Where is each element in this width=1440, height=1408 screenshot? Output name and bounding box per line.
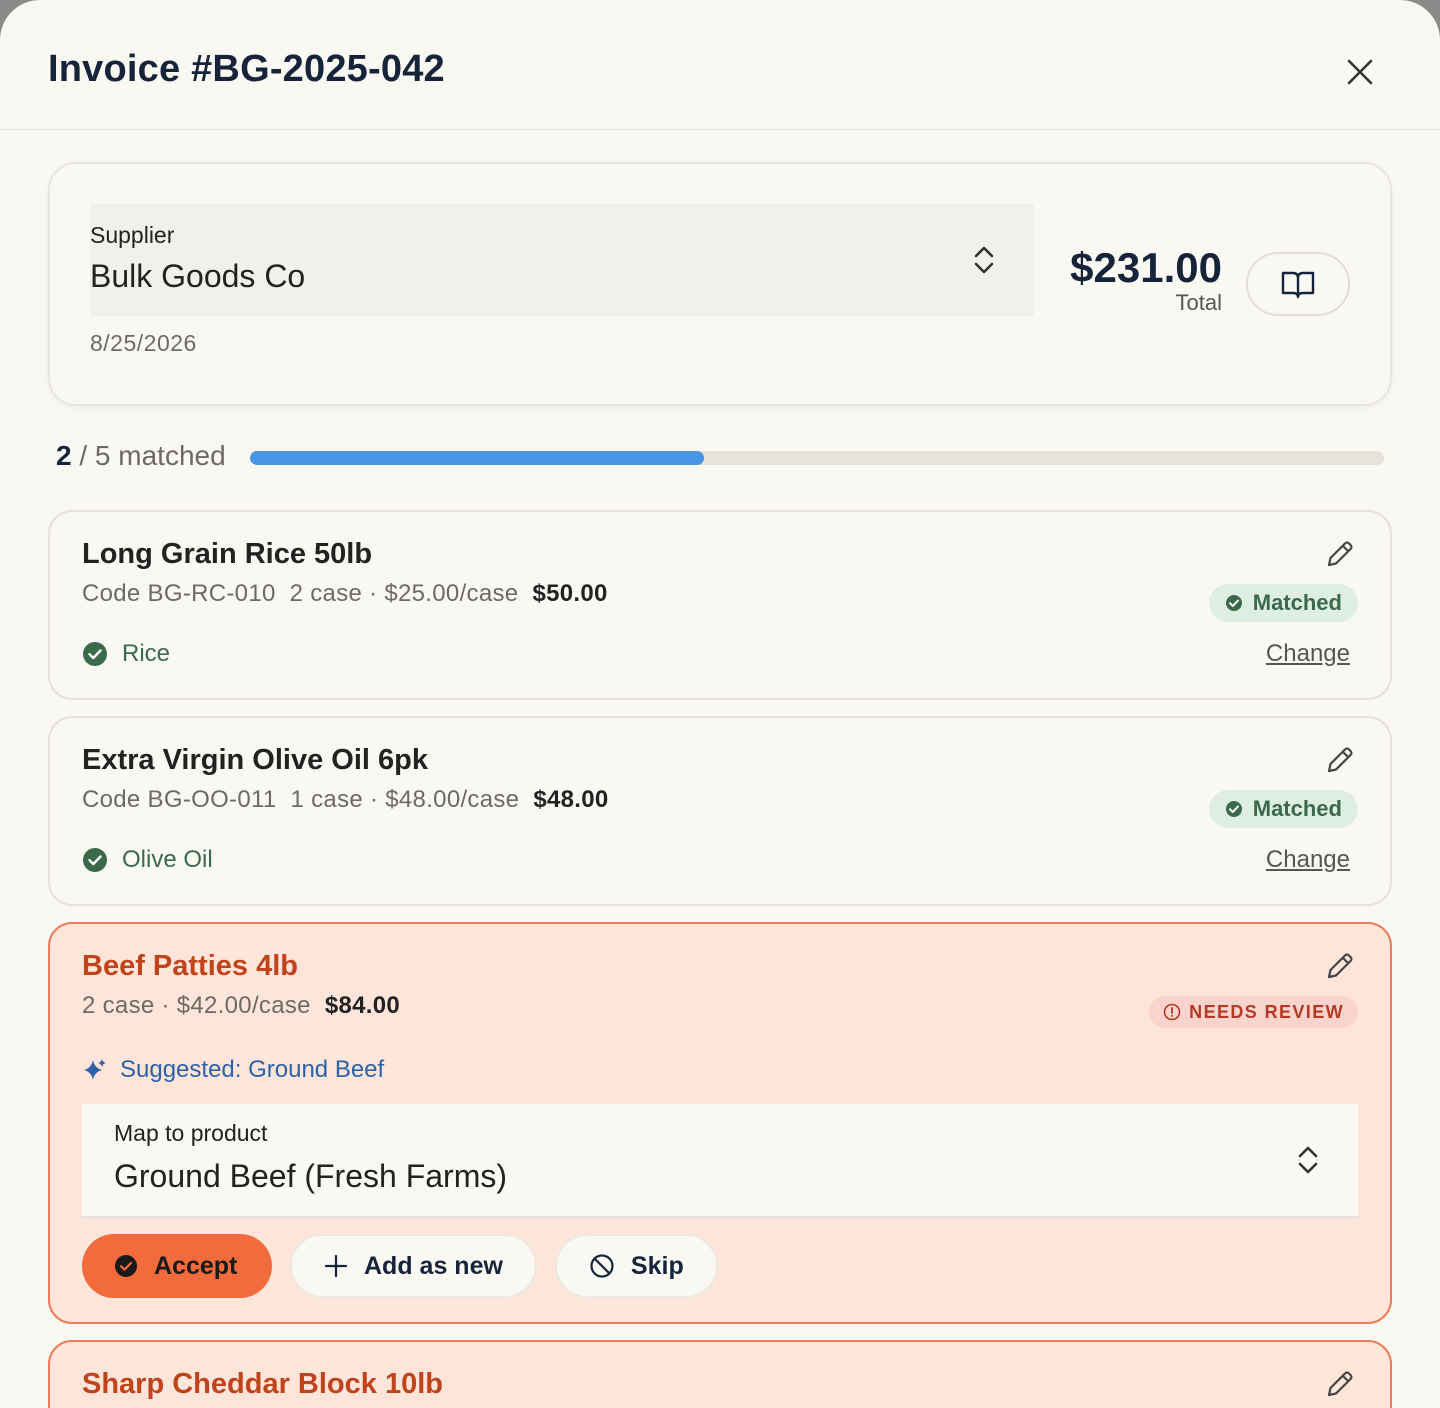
supplier-card: Supplier Bulk Goods Co 8/25/2026 $231.00…	[48, 162, 1392, 406]
item-qty: 2 case · $25.00/case	[289, 580, 519, 607]
status-badge: NEEDS REVIEW	[1149, 996, 1358, 1028]
pencil-icon	[1327, 1371, 1353, 1397]
add-as-new-label: Add as new	[364, 1251, 503, 1280]
map-value: Ground Beef (Fresh Farms)	[114, 1158, 507, 1194]
supplier-value: Bulk Goods Co	[90, 258, 306, 294]
check-circle-icon	[1225, 595, 1242, 611]
item-code: Code BG-OO-011	[82, 786, 277, 813]
progress-fill	[250, 451, 704, 465]
progress-bar	[250, 451, 1384, 465]
check-circle-icon	[83, 642, 107, 666]
alert-circle-icon	[1163, 1003, 1181, 1021]
match-progress: 2 / 5 matched	[56, 438, 1386, 478]
supplier-select[interactable]: Supplier Bulk Goods Co	[90, 204, 1034, 316]
item-name: Extra Virgin Olive Oil 6pk	[82, 744, 428, 776]
item-code: Code BG-RC-010	[82, 580, 276, 607]
add-as-new-button[interactable]: Add as new	[290, 1234, 537, 1298]
status-badge: Matched	[1208, 584, 1358, 622]
item-qty: 2 case · $42.00/case	[82, 992, 311, 1019]
item-amount: $50.00	[532, 580, 608, 607]
matched-count: 2	[56, 440, 72, 471]
plus-icon	[324, 1254, 348, 1278]
edit-button[interactable]	[1322, 742, 1358, 778]
check-circle-icon	[1225, 801, 1242, 817]
status-label: NEEDS REVIEW	[1189, 1001, 1344, 1022]
line-item: Long Grain Rice 50lb Code BG-RC-010 2 cas…	[48, 510, 1392, 700]
edit-button[interactable]	[1322, 1366, 1358, 1402]
chevron-up-down-icon	[1298, 1146, 1318, 1174]
modal-header: Invoice #BG-2025-042	[0, 0, 1440, 130]
total-label: Total	[1175, 290, 1222, 315]
invoice-date: 8/25/2026	[90, 330, 197, 356]
edit-button[interactable]	[1322, 948, 1358, 984]
item-qty: 1 case · $48.00/case	[290, 786, 520, 813]
item-meta: 2 case · $42.00/case $84.00	[82, 992, 400, 1020]
status-label: Matched	[1252, 590, 1342, 615]
line-item: Extra Virgin Olive Oil 6pk Code BG-OO-01…	[48, 716, 1392, 906]
product-name: Olive Oil	[122, 846, 213, 873]
suggestion: Suggested: Ground Beef	[82, 1056, 384, 1084]
matched-product: Rice	[82, 640, 170, 668]
suggestion-text: Suggested: Ground Beef	[120, 1056, 385, 1083]
change-link[interactable]: Change	[1266, 640, 1350, 668]
item-name: Long Grain Rice 50lb	[82, 538, 373, 570]
close-icon	[1347, 59, 1373, 85]
item-name: Sharp Cheddar Block 10lb	[82, 1368, 443, 1400]
accept-label: Accept	[154, 1251, 238, 1280]
progress-total: / 5 matched	[71, 440, 226, 471]
edit-button[interactable]	[1322, 536, 1358, 572]
skip-label: Skip	[630, 1251, 684, 1280]
item-meta: Code BG-RC-010 2 case · $25.00/case $50.00	[82, 580, 608, 608]
item-name: Beef Patties 4lb	[82, 950, 298, 982]
ban-icon	[590, 1254, 614, 1278]
matched-product: Olive Oil	[82, 846, 213, 874]
close-button[interactable]	[1336, 48, 1384, 96]
sparkle-icon	[84, 1059, 106, 1080]
book-icon	[1281, 271, 1315, 299]
map-product-select[interactable]: Map to product Ground Beef (Fresh Farms)	[82, 1104, 1358, 1218]
pencil-icon	[1327, 953, 1353, 979]
product-name: Rice	[122, 640, 171, 667]
item-amount: $84.00	[324, 992, 401, 1019]
skip-button[interactable]: Skip	[554, 1234, 718, 1298]
chevron-up-down-icon	[974, 246, 994, 274]
invoice-modal: Invoice #BG-2025-042 Supplier Bulk Goods…	[0, 0, 1440, 1408]
catalog-button[interactable]	[1246, 252, 1350, 316]
status-badge: Matched	[1208, 790, 1358, 828]
total-amount: $231.00	[1070, 244, 1222, 291]
check-circle-icon	[83, 848, 107, 872]
line-item: Beef Patties 4lb 2 case · $42.00/case $84…	[48, 922, 1392, 1324]
item-meta: Code BG-OO-011 1 case · $48.00/case $48.00	[82, 786, 609, 814]
review-actions: Accept Add as new Skip	[82, 1234, 718, 1298]
pencil-icon	[1327, 747, 1353, 773]
line-item: Sharp Cheddar Block 10lb	[48, 1340, 1392, 1408]
item-amount: $48.00	[533, 786, 609, 813]
accept-button[interactable]: Accept	[82, 1234, 272, 1298]
map-label: Map to product	[114, 1120, 268, 1146]
pencil-icon	[1327, 541, 1353, 567]
status-label: Matched	[1252, 796, 1342, 821]
progress-text: 2 / 5 matched	[56, 440, 226, 472]
change-link[interactable]: Change	[1266, 846, 1350, 874]
check-circle-icon	[115, 1255, 137, 1277]
supplier-label: Supplier	[90, 222, 175, 248]
page-title: Invoice #BG-2025-042	[48, 48, 445, 90]
